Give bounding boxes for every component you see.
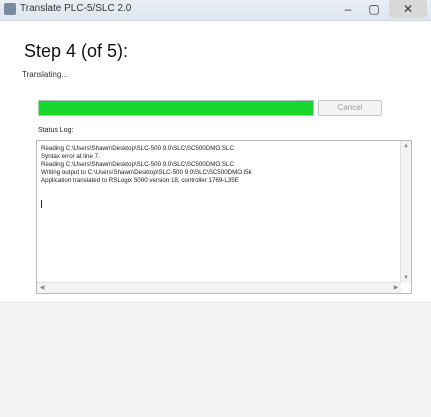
cancel-button[interactable]: Cancel: [318, 100, 382, 116]
status-text: Translating...: [22, 70, 68, 79]
log-line: Writing output to C:\Users\Shawn\Desktop…: [41, 169, 252, 176]
scroll-up-icon[interactable]: ▲: [402, 142, 410, 150]
scroll-down-icon[interactable]: ▼: [402, 274, 410, 282]
text-caret: [41, 200, 42, 208]
status-log[interactable]: Reading C:\Users\Shawn\Desktop\SLC-500 9…: [36, 140, 412, 294]
progress-fill: [39, 101, 313, 115]
status-log-label: Status Log:: [38, 127, 74, 134]
progress-bar: [38, 100, 314, 116]
window-title: Translate PLC-5/SLC 2.0: [20, 3, 132, 14]
log-line: Reading C:\Users\Shawn\Desktop\SLC-500 9…: [41, 145, 234, 152]
log-line: Syntax error at line 7.: [41, 153, 100, 160]
scroll-left-icon[interactable]: ◀: [38, 284, 46, 292]
maximize-button[interactable]: ▢: [363, 0, 385, 18]
dialog-footer: [0, 302, 431, 417]
log-line: Reading C:\Users\Shawn\Desktop\SLC-500 9…: [41, 161, 234, 168]
vertical-scrollbar[interactable]: ▲ ▼: [400, 141, 411, 283]
close-button[interactable]: ✕: [389, 0, 427, 18]
log-line: Application translated to RSLogix 5000 v…: [41, 177, 239, 184]
app-icon: [4, 3, 16, 15]
minimize-button[interactable]: –: [337, 0, 359, 18]
scroll-right-icon[interactable]: ▶: [392, 284, 400, 292]
title-bar: Translate PLC-5/SLC 2.0 – ▢ ✕: [0, 0, 431, 21]
step-heading: Step 4 (of 5):: [24, 41, 129, 61]
horizontal-scrollbar[interactable]: ◀ ▶: [37, 282, 401, 293]
status-log-text: Reading C:\Users\Shawn\Desktop\SLC-500 9…: [41, 145, 399, 281]
